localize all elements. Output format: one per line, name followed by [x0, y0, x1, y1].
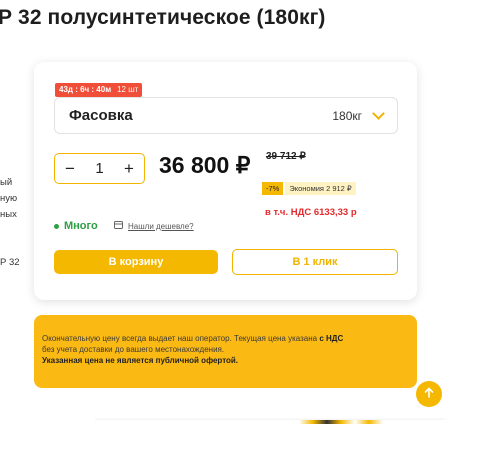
calculator-icon [114, 221, 123, 231]
one-click-button[interactable]: В 1 клик [232, 249, 398, 275]
quantity-value[interactable]: 1 [95, 160, 103, 177]
add-to-cart-button[interactable]: В корзину [54, 250, 218, 274]
stock-dot-icon [54, 223, 59, 229]
scroll-up-button[interactable] [416, 381, 442, 407]
discount-badges: -7% Экономия 2 912 ₽ [262, 182, 356, 195]
side-text-line: ый [0, 177, 13, 188]
packing-select[interactable]: Фасовка 180кг [54, 97, 398, 134]
notice-bold-2: Указанная цена не является публичной офе… [42, 355, 239, 365]
old-price: 39 712 ₽ [266, 151, 306, 162]
found-cheaper-label: Нашли дешевле? [128, 221, 194, 231]
side-text-line: Р 32 [0, 257, 20, 268]
decrement-button[interactable]: − [63, 159, 77, 179]
side-text-line: ную [0, 193, 18, 205]
price-notice: Окончательную цену всегда выдает наш опе… [34, 315, 417, 388]
promo-timer-badge: 43д : 6ч : 40м 12 шт [55, 83, 143, 97]
current-price: 36 800 ₽ [159, 152, 251, 178]
timer-text: 43д : 6ч : 40м [59, 85, 112, 94]
chevron-down-icon [372, 106, 385, 120]
side-text-fragment-2: Р 32 [0, 255, 20, 271]
banner-edge [96, 420, 446, 424]
side-text-fragment: ый ную ных [0, 175, 17, 223]
stock-status: Много [54, 220, 98, 232]
side-text-line: ных [0, 209, 17, 221]
timer-count: 12 шт [117, 85, 139, 94]
arrow-up-icon [424, 385, 434, 403]
notice-text-1: Окончательную цену всегда выдает наш опе… [42, 334, 320, 343]
economy-badge: Экономия 2 912 ₽ [285, 182, 356, 195]
packing-value: 180кг [332, 108, 362, 123]
notice-bold-1: с НДС [319, 334, 344, 343]
quantity-stepper: − 1 + [54, 153, 145, 184]
increment-button[interactable]: + [122, 159, 136, 179]
discount-badge: -7% [262, 182, 284, 195]
stock-label: Много [64, 220, 98, 232]
vat-text: в т.ч. НДС 6133,33 р [265, 207, 357, 218]
notice-text-2: без учета доставки до вашего местонахожд… [42, 344, 225, 354]
product-title: Р 32 полусинтетическое (180кг) [0, 6, 326, 29]
purchase-card: 43д : 6ч : 40м 12 шт Фасовка 180кг − 1 +… [34, 62, 417, 300]
found-cheaper-link[interactable]: Нашли дешевле? [114, 221, 194, 231]
packing-label: Фасовка [69, 107, 133, 124]
